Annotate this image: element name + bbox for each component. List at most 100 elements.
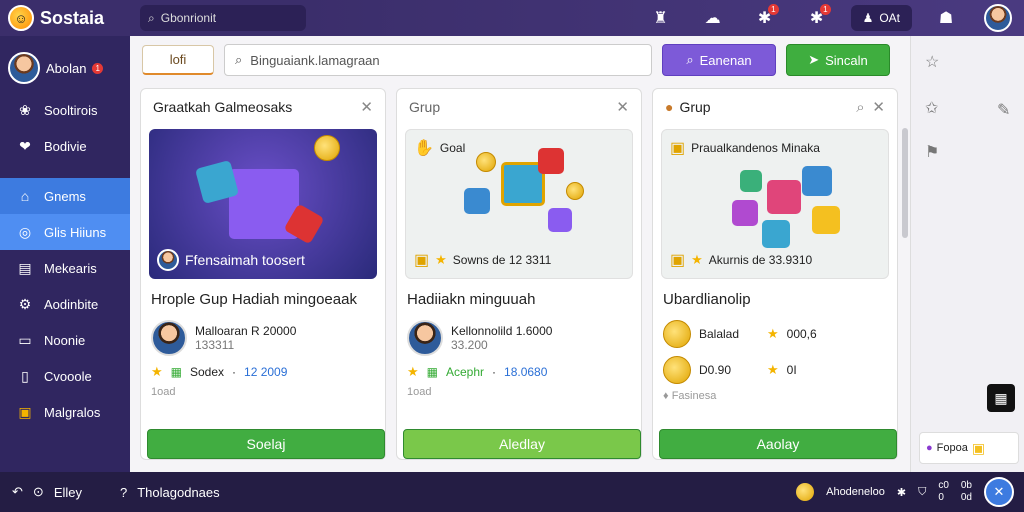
card-2[interactable]: Grup ✕ ✋ Goal ▣ ★ Sowns de 12 3311 Hadii… [396,88,642,460]
notification-badge: 1 [768,4,779,15]
app-title: Sostaia [40,7,105,28]
close-icon[interactable]: ✕ [360,98,373,116]
image-top-text: Goal [439,141,466,155]
gift-icon: ▣ [670,252,686,269]
card-muted-text: Fasinesa [671,390,717,402]
badge-outline-icon[interactable]: ✩ [925,98,938,118]
help-icon[interactable]: ? [120,485,127,500]
puzzle-icon[interactable]: ✱ [897,486,906,499]
card-action-button[interactable]: Aledlay [403,429,641,459]
right-panel: ☆ ✩ ✎ ⚑ ▦ ● Fopoa ▣ [910,36,1024,472]
sidebar-item-label: Malgralos [44,404,101,420]
sidebar-user[interactable]: Abolan 1 [0,36,130,92]
cube-icon [762,220,790,248]
sidebar-item-label: Noonie [44,332,86,348]
card-action-button[interactable]: Aaolay [659,429,897,459]
coin-label[interactable]: Ahodeneloo [826,486,885,498]
bottom-center-label[interactable]: Tholagodnaes [137,485,219,500]
coin-icon [796,483,815,501]
sidebar-item-5[interactable]: ⚙ Aodinbite [0,286,130,322]
user-pill[interactable]: ♟ OAt [850,5,912,31]
purple-action-button[interactable]: ⌕ Eanenan [662,44,776,76]
sidebar-item-0[interactable]: ❀ Sooltirois [0,92,130,128]
sidebar-item-label: Aodinbite [44,296,99,312]
close-icon[interactable]: ✕ [872,99,885,116]
gift-icon: ▣ [670,140,686,157]
card-image-caption: Ffensaimah toosert [157,249,305,271]
sidebar-item-3[interactable]: ◎ Glis Hiiuns [0,214,130,250]
search-icon[interactable]: ⌕ [856,99,864,116]
sidebar-item-4[interactable]: ▤ Mekearis [0,250,130,286]
bottom-right: Ahodeneloo ✱ ⛉ c0 0 0b 0d ✕ [796,472,1024,512]
card-muted-text: 1oad [407,386,432,398]
friends-icon: ❀ [19,101,31,118]
card-3[interactable]: ● Grup ⌕ ✕ ▣ Praualkandenos Minaka ▣ ★ A… [652,88,898,460]
puzzle-alert-icon[interactable]: ✱ 1 [791,0,843,36]
sidebar-item-2[interactable]: ⌂ Gnems [0,178,130,214]
tab-lofi[interactable]: lofi [142,45,214,75]
app-logo[interactable]: ☺ Sostaia [0,5,140,31]
home-icon: ⌂ [20,188,30,204]
search-icon: ⌕ [686,52,694,67]
card-1[interactable]: Graatkah Galmeosaks ✕ Ffensaimah toosert… [140,88,386,460]
card-action-button[interactable]: Soelaj [147,429,385,459]
puzzle-icon[interactable]: ✱ 1 [739,0,791,36]
notification-icon[interactable]: ☗ [920,0,972,36]
notification-badge: 1 [820,4,831,15]
card-header: Graatkah Galmeosaks ✕ [141,89,385,125]
coin-icon [566,182,584,200]
top-search-input[interactable]: ⌕ Gbonrionit [140,5,306,31]
stat-label: Sodex [190,365,225,379]
sidebar-item-label: Gnems [44,188,86,204]
user-icon: ♟ [862,11,874,25]
promo-widget[interactable]: ● Fopoa ▣ [919,432,1019,464]
pin-icon: ♦ [663,390,669,402]
card-image: ▣ Praualkandenos Minaka ▣ ★ Akurnis de 3… [661,129,889,279]
calendar-icon: ▦ [170,365,182,379]
chat-icon[interactable]: ☁ [687,0,739,36]
back-icon[interactable]: ↶ [12,484,23,500]
separator: · [232,365,237,379]
mini-stat-a: c0 [938,480,949,491]
coin-icon [663,320,691,348]
separator: · [492,365,497,379]
monitor-icon: ▭ [18,331,32,348]
card-coin-row: D0.90 ★ 0I [653,352,897,388]
coin-icon [476,152,496,172]
profile-avatar[interactable] [972,0,1024,36]
card-subtitle: Hrople Gup Hadiah mingoeaak [151,291,357,308]
purple-button-label: Eanenan [699,52,752,68]
shield-icon[interactable]: ⛉ [918,486,926,499]
caption-text: Sowns de 12 3311 [452,253,552,267]
coin-icon [314,135,340,161]
person-line-1: Malloaran R 20000 [195,324,297,338]
media-icon[interactable]: ⊙ [33,484,44,500]
sidebar-item-6[interactable]: ▭ Noonie [0,322,130,358]
stat-label: Acephr [446,365,485,379]
avatar-icon [157,249,179,271]
image-top-text: Praualkandenos Minaka [691,141,820,155]
close-icon[interactable]: ✕ [616,98,629,116]
sidebar-item-1[interactable]: ❤ Bodivie [0,128,130,164]
search-placeholder: Binguaiank.lamagraan [250,52,380,68]
edit-icon[interactable]: ✎ [997,100,1010,120]
card-title: Grup [409,99,441,115]
search-input[interactable]: ⌕ Binguaiank.lamagraan [224,44,652,76]
trophy-icon[interactable]: ♜ [635,0,687,36]
gift-icon: ▣ [414,252,430,269]
avatar-icon [151,320,187,356]
green-action-button[interactable]: ➤ Sincaln [786,44,890,76]
tools-icon[interactable]: ✕ [984,477,1014,507]
bottom-left: ↶ ⊙ Elley ? Tholagodnaes [0,484,220,500]
vertical-scrollbar[interactable] [902,128,908,238]
sidebar-item-7[interactable]: ▯ Cvooole [0,358,130,394]
card-header: ● Grup ⌕ ✕ [653,89,897,125]
sidebar-item-label: Sooltirois [44,102,98,118]
qr-icon[interactable]: ▦ [987,384,1015,412]
card-title: Graatkah Galmeosaks [153,99,293,115]
star-outline-icon[interactable]: ☆ [925,52,939,72]
sidebar-item-8[interactable]: ▣ Malgralos [0,394,130,430]
bottom-left-label[interactable]: Elley [54,485,82,500]
toolbar: lofi ⌕ Binguaiank.lamagraan ⌕ Eanenan ➤ Si… [130,36,910,84]
flag-icon[interactable]: ⚑ [925,142,939,162]
